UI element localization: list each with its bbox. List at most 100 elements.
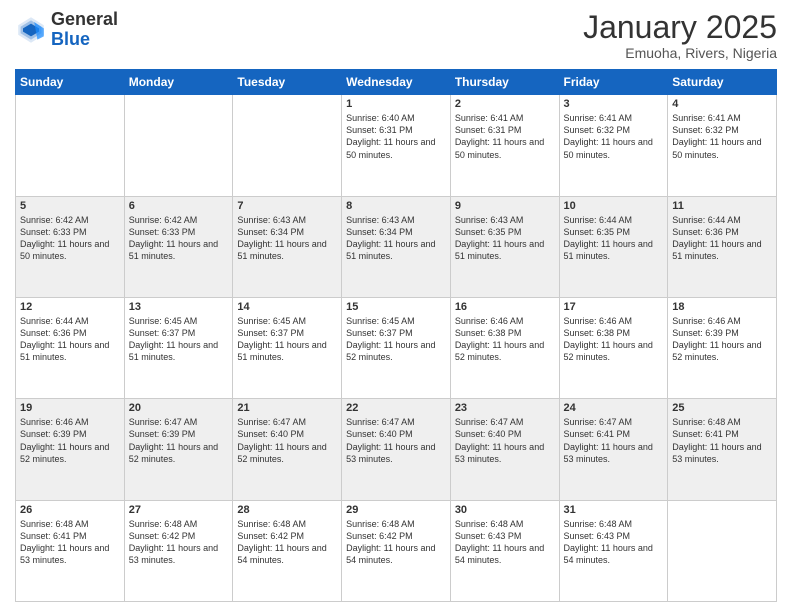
day-info: Sunrise: 6:44 AMSunset: 6:36 PMDaylight:…: [672, 214, 772, 263]
day-number: 6: [129, 200, 229, 212]
day-info: Sunrise: 6:43 AMSunset: 6:35 PMDaylight:…: [455, 214, 555, 263]
calendar-cell: 15 Sunrise: 6:45 AMSunset: 6:37 PMDayligh…: [342, 297, 451, 398]
calendar-table: SundayMondayTuesdayWednesdayThursdayFrid…: [15, 69, 777, 602]
day-number: 18: [672, 301, 772, 313]
calendar-cell: 10 Sunrise: 6:44 AMSunset: 6:35 PMDayligh…: [559, 196, 668, 297]
calendar-cell: 11Sunrise: 6:44 AMSunset: 6:36 PMDayligh…: [668, 196, 777, 297]
calendar-header-thursday: Thursday: [450, 70, 559, 95]
day-number: 12: [20, 301, 120, 313]
day-number: 24: [564, 402, 664, 414]
day-number: 22: [346, 402, 446, 414]
calendar-cell: 23 Sunrise: 6:47 AMSunset: 6:40 PMDayligh…: [450, 399, 559, 500]
calendar-cell: 25Sunrise: 6:48 AMSunset: 6:41 PMDayligh…: [668, 399, 777, 500]
day-number: 17: [564, 301, 664, 313]
calendar-cell: 7 Sunrise: 6:43 AMSunset: 6:34 PMDaylight…: [233, 196, 342, 297]
calendar-header-row: SundayMondayTuesdayWednesdayThursdayFrid…: [16, 70, 777, 95]
day-info: Sunrise: 6:44 AMSunset: 6:35 PMDaylight:…: [564, 214, 664, 263]
calendar-cell: 22 Sunrise: 6:47 AMSunset: 6:40 PMDayligh…: [342, 399, 451, 500]
day-info: Sunrise: 6:43 AMSunset: 6:34 PMDaylight:…: [346, 214, 446, 263]
day-info: Sunrise: 6:45 AMSunset: 6:37 PMDaylight:…: [129, 315, 229, 364]
day-info: Sunrise: 6:48 AMSunset: 6:42 PMDaylight:…: [346, 518, 446, 567]
main-title: January 2025: [583, 10, 777, 45]
calendar-cell: 30 Sunrise: 6:48 AMSunset: 6:43 PMDayligh…: [450, 500, 559, 601]
day-number: 4: [672, 98, 772, 110]
day-info: Sunrise: 6:42 AMSunset: 6:33 PMDaylight:…: [129, 214, 229, 263]
day-info: Sunrise: 6:45 AMSunset: 6:37 PMDaylight:…: [237, 315, 337, 364]
day-number: 21: [237, 402, 337, 414]
calendar-cell: 12 Sunrise: 6:44 AMSunset: 6:36 PMDayligh…: [16, 297, 125, 398]
calendar-cell: 6 Sunrise: 6:42 AMSunset: 6:33 PMDaylight…: [124, 196, 233, 297]
day-number: 7: [237, 200, 337, 212]
calendar-header-wednesday: Wednesday: [342, 70, 451, 95]
day-info: Sunrise: 6:48 AMSunset: 6:43 PMDaylight:…: [455, 518, 555, 567]
day-info: Sunrise: 6:45 AMSunset: 6:37 PMDaylight:…: [346, 315, 446, 364]
calendar-week-row: 26 Sunrise: 6:48 AMSunset: 6:41 PMDayligh…: [16, 500, 777, 601]
calendar-header-friday: Friday: [559, 70, 668, 95]
day-number: 10: [564, 200, 664, 212]
calendar-cell: 18 Sunrise: 6:46 AMSunset: 6:39 PMDayligh…: [668, 297, 777, 398]
day-info: Sunrise: 6:43 AMSunset: 6:34 PMDaylight:…: [237, 214, 337, 263]
day-number: 27: [129, 504, 229, 516]
calendar-header-monday: Monday: [124, 70, 233, 95]
calendar-cell: 4 Sunrise: 6:41 AMSunset: 6:32 PMDaylight…: [668, 95, 777, 196]
day-info: Sunrise: 6:47 AMSunset: 6:39 PMDaylight:…: [129, 416, 229, 465]
day-info: Sunrise: 6:48 AMSunset: 6:41 PMDaylight:…: [672, 416, 772, 465]
day-number: 26: [20, 504, 120, 516]
day-info: Sunrise: 6:42 AMSunset: 6:33 PMDaylight:…: [20, 214, 120, 263]
calendar-cell: 8 Sunrise: 6:43 AMSunset: 6:34 PMDaylight…: [342, 196, 451, 297]
calendar-cell: 19 Sunrise: 6:46 AMSunset: 6:39 PMDayligh…: [16, 399, 125, 500]
day-info: Sunrise: 6:41 AMSunset: 6:31 PMDaylight:…: [455, 112, 555, 161]
day-info: Sunrise: 6:47 AMSunset: 6:40 PMDaylight:…: [455, 416, 555, 465]
day-number: 8: [346, 200, 446, 212]
calendar-week-row: 1Sunrise: 6:40 AMSunset: 6:31 PMDaylight…: [16, 95, 777, 196]
day-info: Sunrise: 6:48 AMSunset: 6:42 PMDaylight:…: [129, 518, 229, 567]
day-number: 16: [455, 301, 555, 313]
calendar-cell: 13 Sunrise: 6:45 AMSunset: 6:37 PMDayligh…: [124, 297, 233, 398]
day-info: Sunrise: 6:48 AMSunset: 6:42 PMDaylight:…: [237, 518, 337, 567]
calendar-cell: [16, 95, 125, 196]
calendar-week-row: 19 Sunrise: 6:46 AMSunset: 6:39 PMDayligh…: [16, 399, 777, 500]
calendar-cell: 14 Sunrise: 6:45 AMSunset: 6:37 PMDayligh…: [233, 297, 342, 398]
day-number: 15: [346, 301, 446, 313]
calendar-header-saturday: Saturday: [668, 70, 777, 95]
day-info: Sunrise: 6:47 AMSunset: 6:41 PMDaylight:…: [564, 416, 664, 465]
calendar-cell: 16Sunrise: 6:46 AMSunset: 6:38 PMDayligh…: [450, 297, 559, 398]
day-number: 30: [455, 504, 555, 516]
day-info: Sunrise: 6:47 AMSunset: 6:40 PMDaylight:…: [346, 416, 446, 465]
title-block: January 2025 Emuoha, Rivers, Nigeria: [583, 10, 777, 61]
logo: General Blue: [15, 10, 118, 50]
calendar-cell: [668, 500, 777, 601]
day-info: Sunrise: 6:48 AMSunset: 6:43 PMDaylight:…: [564, 518, 664, 567]
calendar-cell: 3 Sunrise: 6:41 AMSunset: 6:32 PMDaylight…: [559, 95, 668, 196]
day-number: 28: [237, 504, 337, 516]
day-info: Sunrise: 6:41 AMSunset: 6:32 PMDaylight:…: [564, 112, 664, 161]
calendar-cell: 17Sunrise: 6:46 AMSunset: 6:38 PMDayligh…: [559, 297, 668, 398]
day-info: Sunrise: 6:48 AMSunset: 6:41 PMDaylight:…: [20, 518, 120, 567]
calendar-header-tuesday: Tuesday: [233, 70, 342, 95]
day-number: 23: [455, 402, 555, 414]
header: General Blue January 2025 Emuoha, Rivers…: [15, 10, 777, 61]
day-info: Sunrise: 6:46 AMSunset: 6:39 PMDaylight:…: [20, 416, 120, 465]
calendar-cell: 20 Sunrise: 6:47 AMSunset: 6:39 PMDayligh…: [124, 399, 233, 500]
day-number: 29: [346, 504, 446, 516]
logo-text: General Blue: [51, 10, 118, 50]
page: General Blue January 2025 Emuoha, Rivers…: [0, 0, 792, 612]
day-number: 5: [20, 200, 120, 212]
calendar-cell: 5 Sunrise: 6:42 AMSunset: 6:33 PMDaylight…: [16, 196, 125, 297]
day-number: 13: [129, 301, 229, 313]
day-number: 20: [129, 402, 229, 414]
day-number: 31: [564, 504, 664, 516]
day-info: Sunrise: 6:46 AMSunset: 6:39 PMDaylight:…: [672, 315, 772, 364]
day-info: Sunrise: 6:44 AMSunset: 6:36 PMDaylight:…: [20, 315, 120, 364]
calendar-cell: 2Sunrise: 6:41 AMSunset: 6:31 PMDaylight…: [450, 95, 559, 196]
calendar-week-row: 5 Sunrise: 6:42 AMSunset: 6:33 PMDaylight…: [16, 196, 777, 297]
calendar-header-sunday: Sunday: [16, 70, 125, 95]
calendar-cell: 21Sunrise: 6:47 AMSunset: 6:40 PMDayligh…: [233, 399, 342, 500]
calendar-cell: 31 Sunrise: 6:48 AMSunset: 6:43 PMDayligh…: [559, 500, 668, 601]
day-number: 3: [564, 98, 664, 110]
day-info: Sunrise: 6:41 AMSunset: 6:32 PMDaylight:…: [672, 112, 772, 161]
day-number: 19: [20, 402, 120, 414]
calendar-cell: 9Sunrise: 6:43 AMSunset: 6:35 PMDaylight…: [450, 196, 559, 297]
day-number: 14: [237, 301, 337, 313]
calendar-cell: 27 Sunrise: 6:48 AMSunset: 6:42 PMDayligh…: [124, 500, 233, 601]
